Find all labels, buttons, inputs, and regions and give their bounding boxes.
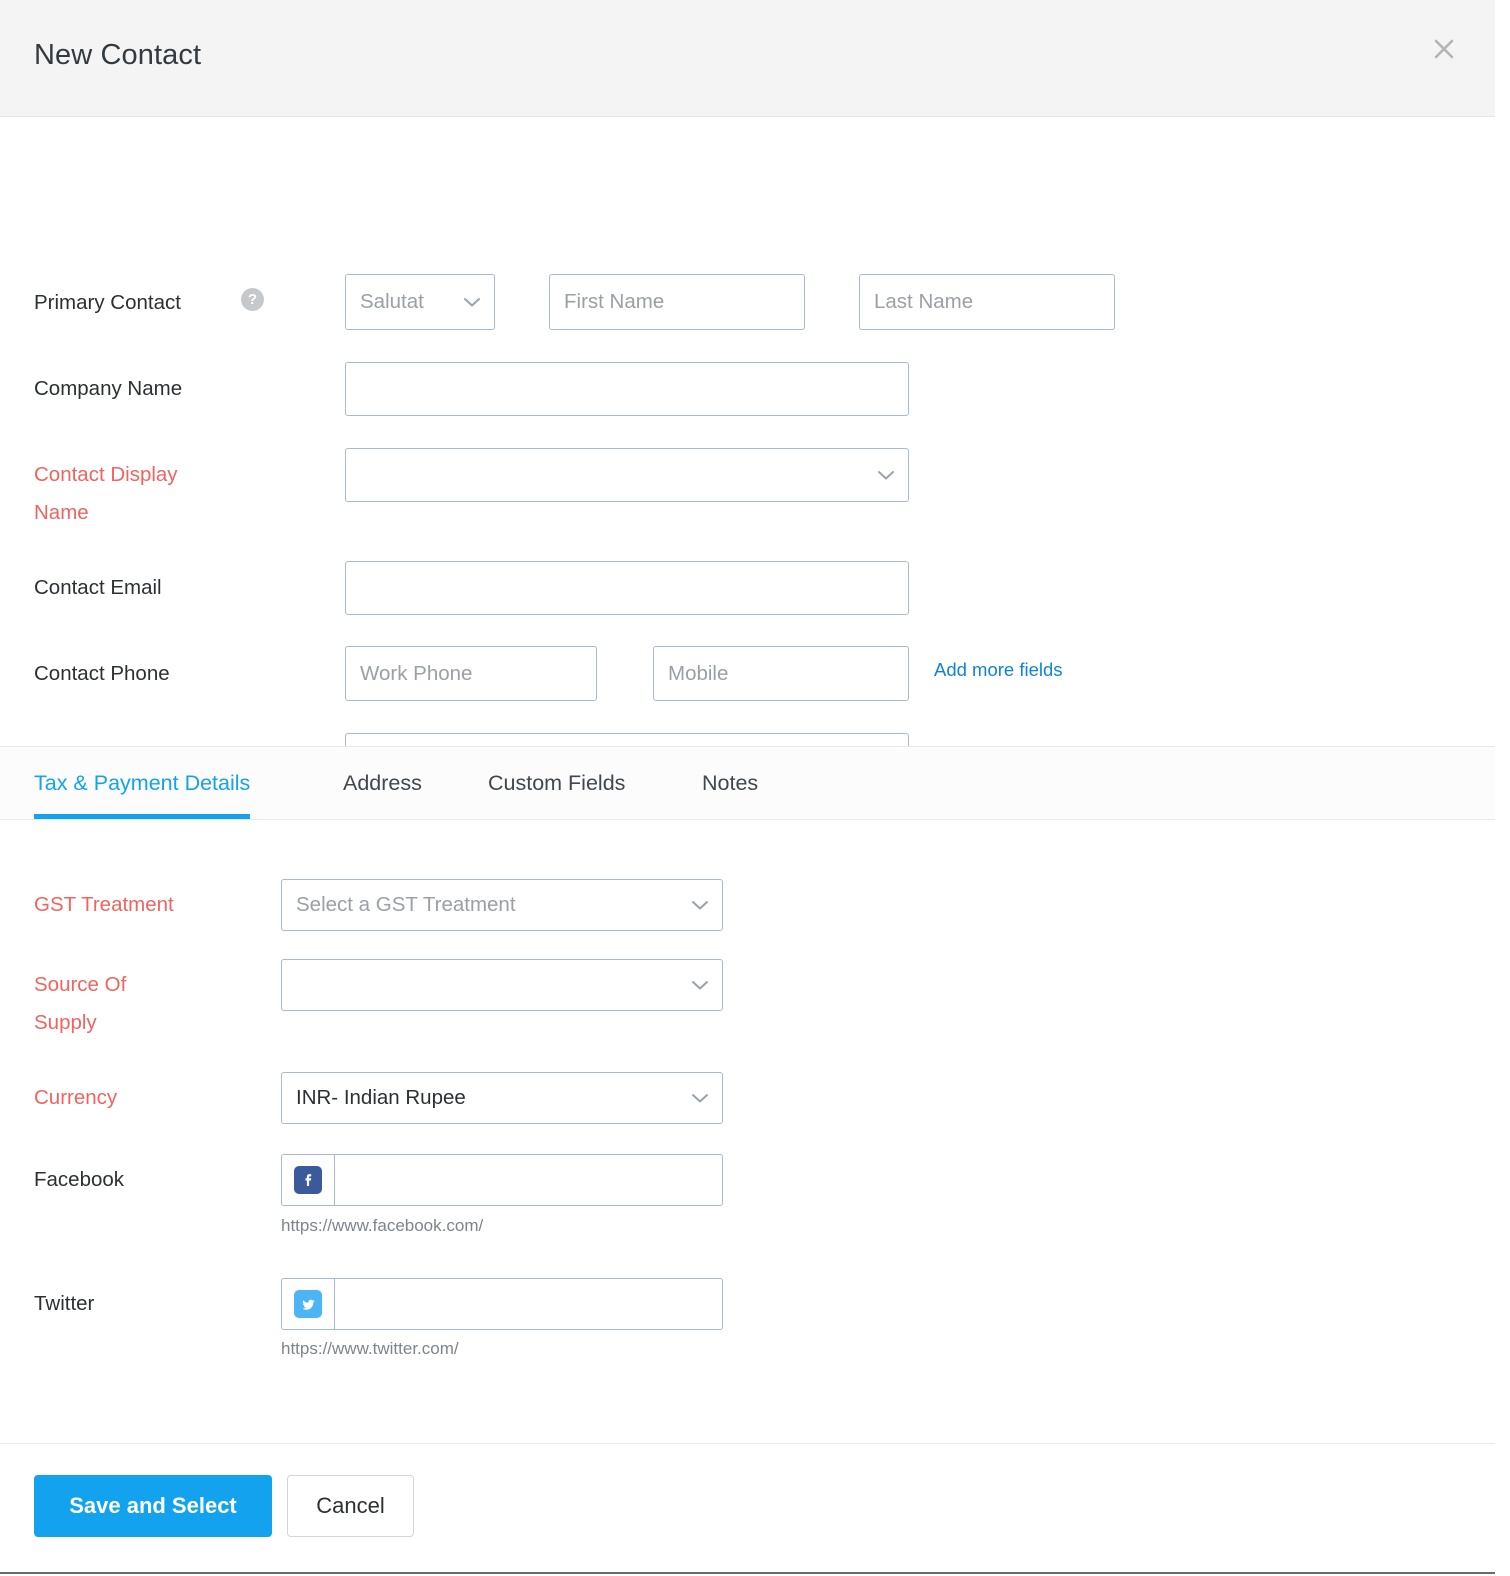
- contact-email-input[interactable]: [345, 561, 909, 615]
- tab-custom-fields[interactable]: Custom Fields: [488, 747, 625, 819]
- currency-label: Currency: [34, 1086, 118, 1109]
- currency-select[interactable]: INR- Indian Rupee: [281, 1072, 723, 1124]
- last-name-placeholder: Last Name: [874, 290, 974, 313]
- company-name-label: Company Name: [34, 377, 183, 400]
- dialog-footer: Save and Select Cancel: [0, 1443, 1495, 1572]
- dialog-title: New Contact: [34, 39, 202, 71]
- help-icon[interactable]: ?: [241, 288, 264, 311]
- contact-display-name-select[interactable]: [345, 448, 909, 502]
- work-phone-input[interactable]: Work Phone: [345, 646, 597, 701]
- salutation-select[interactable]: Salutat: [345, 274, 495, 330]
- dialog-header: New Contact: [0, 0, 1495, 117]
- contact-phone-label: Contact Phone: [34, 662, 170, 685]
- tab-label: Tax & Payment Details: [34, 770, 251, 795]
- salutation-value: Salutat: [360, 290, 424, 313]
- first-name-input[interactable]: First Name: [549, 274, 805, 330]
- contact-email-label: Contact Email: [34, 576, 162, 599]
- twitter-hint: https://www.twitter.com/: [281, 1339, 459, 1358]
- tab-tax-payment-details[interactable]: Tax & Payment Details: [34, 747, 251, 819]
- mobile-placeholder: Mobile: [668, 661, 729, 685]
- facebook-input-group[interactable]: [281, 1154, 723, 1206]
- facebook-icon: [282, 1155, 335, 1205]
- facebook-label: Facebook: [34, 1168, 125, 1191]
- add-more-fields-link[interactable]: Add more fields: [934, 659, 1063, 681]
- tab-notes[interactable]: Notes: [702, 747, 758, 819]
- contact-display-name-label: Contact Display Name: [34, 463, 178, 524]
- tab-address[interactable]: Address: [343, 747, 422, 819]
- twitter-input-group[interactable]: [281, 1278, 723, 1330]
- cancel-button[interactable]: Cancel: [287, 1475, 414, 1537]
- tab-label: Address: [343, 770, 422, 795]
- mobile-input[interactable]: Mobile: [653, 646, 909, 701]
- gst-treatment-label: GST Treatment: [34, 893, 174, 916]
- work-phone-placeholder: Work Phone: [360, 661, 473, 685]
- tab-label: Custom Fields: [488, 770, 626, 795]
- currency-value: INR- Indian Rupee: [296, 1086, 466, 1109]
- first-name-placeholder: First Name: [564, 290, 665, 313]
- twitter-icon: [282, 1279, 335, 1329]
- close-icon[interactable]: [1431, 36, 1457, 62]
- save-and-select-button[interactable]: Save and Select: [34, 1475, 272, 1537]
- twitter-value[interactable]: [335, 1279, 722, 1329]
- gst-treatment-value: Select a GST Treatment: [296, 893, 516, 916]
- primary-contact-label: Primary Contact: [34, 291, 181, 314]
- source-of-supply-select[interactable]: [281, 959, 723, 1011]
- last-name-input[interactable]: Last Name: [859, 274, 1115, 330]
- new-contact-dialog: New Contact Primary Contact ? Salutat Fi…: [0, 0, 1495, 1574]
- facebook-hint: https://www.facebook.com/: [281, 1216, 484, 1235]
- source-of-supply-label: Source Of Supply: [34, 973, 127, 1034]
- twitter-label: Twitter: [34, 1292, 95, 1315]
- tab-bar: Tax & Payment Details Address Custom Fie…: [0, 746, 1495, 820]
- company-name-input[interactable]: [345, 362, 909, 416]
- gst-treatment-select[interactable]: Select a GST Treatment: [281, 879, 723, 931]
- tab-label: Notes: [702, 770, 759, 795]
- facebook-value[interactable]: [335, 1155, 722, 1205]
